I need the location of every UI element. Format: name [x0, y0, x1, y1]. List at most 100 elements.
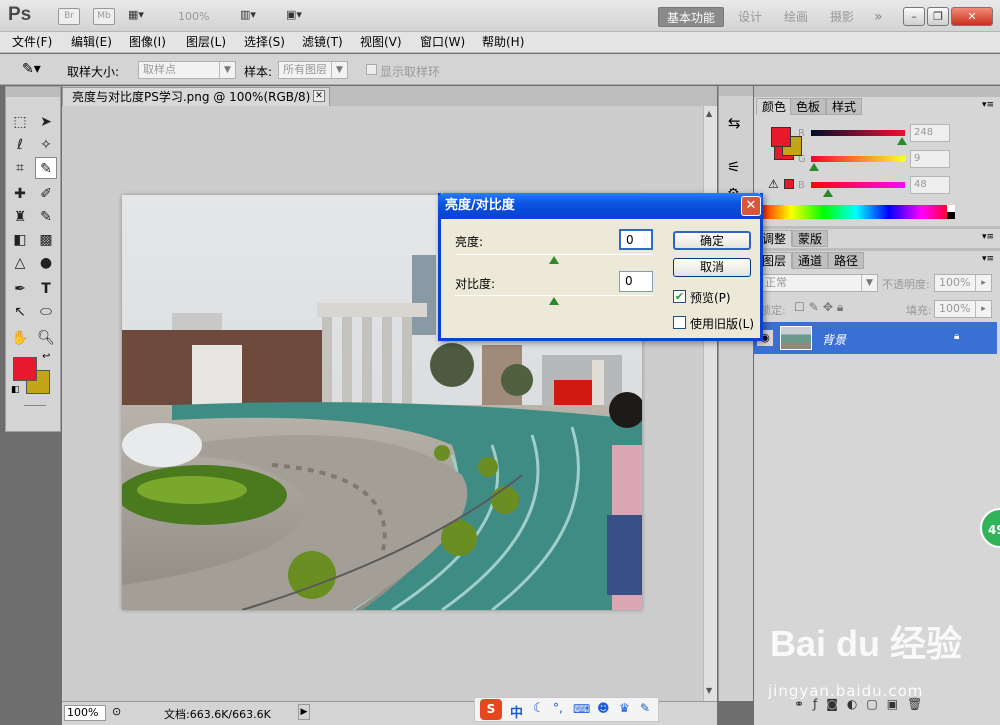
out-of-gamut-warning-icon[interactable]: ⚠ — [768, 177, 779, 191]
sample-size-select[interactable]: 取样点 ▼ — [138, 61, 236, 79]
eyedropper-tool-icon[interactable]: ✎ — [35, 157, 57, 179]
brightness-input[interactable]: 0 — [619, 229, 653, 250]
brightness-slider-track[interactable] — [455, 254, 653, 255]
move-tool-icon[interactable]: ➤ — [35, 111, 57, 133]
tab-styles[interactable]: 样式 — [826, 98, 863, 115]
properties-panel-icon[interactable]: ⚟ — [727, 158, 740, 176]
status-zoom-icon[interactable]: ⊙ — [112, 705, 121, 718]
history-brush-tool-icon[interactable]: ✎ — [35, 206, 57, 228]
contrast-input[interactable]: 0 — [619, 271, 653, 292]
contrast-slider-thumb[interactable] — [549, 297, 559, 305]
user-icon[interactable]: ☻ — [597, 701, 610, 715]
close-window-button[interactable]: ✕ — [951, 7, 993, 26]
skin-icon[interactable]: ♛ — [619, 701, 630, 715]
panel-menu-icon[interactable]: ▾≡ — [982, 100, 994, 110]
gamut-color-swatch[interactable] — [784, 179, 794, 189]
lock-options-icons[interactable]: ☐✎✥🔒︎ — [794, 300, 847, 315]
b-slider-thumb[interactable] — [823, 189, 833, 197]
r-value-input[interactable]: 248 — [910, 124, 950, 142]
layer-name[interactable]: 背景 — [822, 331, 846, 348]
restore-button[interactable]: ❐ — [927, 7, 949, 26]
menu-layer[interactable]: 图层(L) — [186, 34, 226, 51]
document-tab[interactable]: 亮度与对比度PS学习.png @ 100%(RGB/8) ✕ — [62, 87, 330, 106]
eraser-tool-icon[interactable]: ◧ — [9, 229, 31, 251]
scroll-down-icon[interactable]: ▼ — [706, 686, 712, 695]
view-extras-icon[interactable]: ▦▾ — [128, 8, 160, 25]
status-menu-arrow-icon[interactable]: ▶ — [298, 704, 310, 720]
r-slider-thumb[interactable] — [897, 137, 907, 145]
zoom-level[interactable]: 100% — [178, 10, 209, 23]
more-workspaces-icon[interactable]: » — [866, 7, 891, 27]
r-channel-slider[interactable] — [811, 130, 905, 136]
g-slider-thumb[interactable] — [809, 163, 819, 171]
moon-icon[interactable]: ☾ — [533, 701, 545, 716]
menu-image[interactable]: 图像(I) — [129, 34, 166, 51]
b-value-input[interactable]: 48 — [910, 176, 950, 194]
layer-row[interactable]: ◉ 背景 🔒︎ — [754, 322, 997, 354]
menu-filter[interactable]: 滤镜(T) — [302, 34, 343, 51]
menu-select[interactable]: 选择(S) — [244, 34, 285, 51]
minimize-button[interactable]: – — [903, 7, 925, 26]
screen-mode-icon[interactable]: ▣▾ — [286, 8, 320, 25]
marquee-tool-icon[interactable]: ⬚ — [9, 111, 31, 133]
history-panel-icon[interactable]: ⇆ — [728, 114, 741, 132]
crop-tool-icon[interactable]: ⌗ — [9, 157, 31, 179]
menu-edit[interactable]: 编辑(E) — [71, 34, 112, 51]
panel-foreground-swatch-top[interactable] — [771, 127, 791, 147]
blur-tool-icon[interactable]: △ — [9, 252, 31, 274]
path-select-tool-icon[interactable]: ↖ — [9, 301, 31, 323]
cancel-button[interactable]: 取消 — [673, 258, 751, 277]
type-tool-icon[interactable]: T — [35, 278, 57, 300]
black-white-swatch[interactable] — [947, 205, 955, 219]
menu-help[interactable]: 帮助(H) — [482, 34, 524, 51]
sogou-logo-icon[interactable]: S — [480, 699, 502, 720]
opacity-field[interactable]: 100% ▸ — [934, 274, 992, 292]
eyedropper-preset-icon[interactable]: ✎▾ — [22, 61, 41, 77]
contrast-slider-track[interactable] — [455, 295, 653, 296]
mini-bridge-icon[interactable]: Mb — [93, 8, 115, 25]
ok-button[interactable]: 确定 — [673, 231, 751, 250]
panel-menu-icon[interactable]: ▾≡ — [982, 232, 994, 242]
sample-select[interactable]: 所有图层 ▼ — [278, 61, 348, 79]
keyboard-icon[interactable]: ⌨ — [573, 702, 590, 716]
workspace-photography[interactable]: 摄影 — [822, 7, 862, 27]
foreground-color-swatch-top[interactable] — [13, 357, 37, 381]
zoom-tool-icon[interactable]: 🔍︎ — [35, 327, 57, 349]
tab-channels[interactable]: 通道 — [792, 252, 829, 269]
workspace-design[interactable]: 设计 — [730, 7, 770, 27]
pen-tool-icon[interactable]: ✒ — [9, 278, 31, 300]
hand-tool-icon[interactable]: ✋ — [9, 327, 31, 349]
scroll-up-icon[interactable]: ▲ — [706, 109, 712, 118]
menu-window[interactable]: 窗口(W) — [420, 34, 465, 51]
lasso-tool-icon[interactable]: ℓ — [9, 134, 31, 156]
status-zoom-field[interactable]: 100% — [64, 705, 106, 721]
close-tab-icon[interactable]: ✕ — [313, 90, 325, 102]
fill-field[interactable]: 100% ▸ — [934, 300, 992, 318]
stamp-tool-icon[interactable]: ♜ — [9, 206, 31, 228]
bridge-icon[interactable]: Br — [58, 8, 80, 25]
dialog-close-icon[interactable]: ✕ — [741, 196, 761, 216]
tab-color[interactable]: 颜色 — [756, 98, 793, 115]
workspace-essentials[interactable]: 基本功能 — [658, 7, 725, 27]
dialog-title-bar[interactable]: 亮度/对比度 ✕ — [438, 193, 763, 219]
use-legacy-checkbox[interactable] — [673, 316, 686, 329]
healing-tool-icon[interactable]: ✚ — [9, 183, 31, 205]
menu-file[interactable]: 文件(F) — [12, 34, 52, 51]
tab-paths[interactable]: 路径 — [828, 252, 865, 269]
default-colors-icon[interactable]: ◧ — [11, 385, 20, 395]
blend-mode-select[interactable]: 正常 ▼ — [760, 274, 878, 292]
color-spectrum-bar[interactable] — [758, 205, 954, 219]
g-value-input[interactable]: 9 — [910, 150, 950, 168]
dodge-tool-icon[interactable]: ● — [35, 252, 57, 274]
shape-tool-icon[interactable]: ⬭ — [35, 301, 57, 323]
swap-colors-icon[interactable]: ↩ — [42, 351, 50, 362]
arrange-documents-icon[interactable]: ▥▾ — [240, 8, 274, 25]
ime-mode-toggle[interactable]: 中 — [510, 702, 523, 721]
tools-wrench-icon[interactable]: ✎ — [640, 701, 650, 715]
b-channel-slider[interactable] — [811, 182, 905, 188]
gradient-tool-icon[interactable]: ▩ — [35, 229, 57, 251]
tab-swatches[interactable]: 色板 — [790, 98, 827, 115]
g-channel-slider[interactable] — [811, 156, 905, 162]
punctuation-icon[interactable]: °, — [553, 701, 563, 715]
quick-select-tool-icon[interactable]: ✧ — [35, 134, 57, 156]
